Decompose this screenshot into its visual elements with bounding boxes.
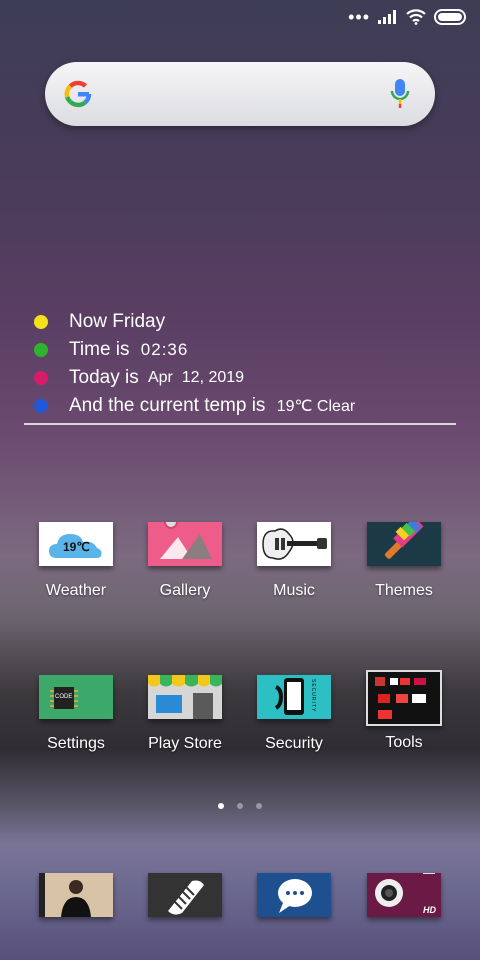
more-notifications-icon: ••• [348,7,370,27]
info-widget: Now Friday Time is 02:36 Today is Apr 12… [34,308,464,420]
app-music[interactable]: Music [239,522,349,600]
mic-icon[interactable] [389,77,411,111]
page-dot-2[interactable] [237,803,243,809]
phone-shield-icon: SECURITY [257,675,331,719]
chat-bubble-icon [278,879,312,913]
app-security[interactable]: SECURITY Security [239,675,349,753]
widget-temp-label: And the current temp is [69,395,271,416]
widget-day-text: Now Friday [69,311,166,332]
security-side-text: SECURITY [310,679,316,713]
page-dot-1[interactable] [218,803,224,809]
app-playstore-label: Play Store [148,735,222,752]
wifi-icon [406,9,426,25]
widget-date-value: Apr 12, 2019 [147,369,245,386]
widget-temp-value: 19℃ Clear [276,398,356,415]
widget-line-day: Now Friday [34,308,464,336]
app-weather[interactable]: 19℃ Weather [21,522,131,600]
blue-bullet-icon [34,399,48,413]
dock-contacts-app[interactable] [39,873,113,917]
google-g-icon [64,80,92,108]
status-bar: ••• [348,6,466,28]
app-music-label: Music [273,582,315,599]
magenta-bullet-icon [34,371,48,385]
yellow-bullet-icon [34,315,48,329]
dock-messages-app[interactable] [257,873,331,917]
chip-icon: CODE [39,675,113,719]
widget-date-label: Today is [69,367,144,388]
store-icon [148,675,222,719]
google-search-bar[interactable] [45,62,435,126]
app-weather-label: Weather [45,582,107,599]
widget-time-value: 02:36 [140,340,189,359]
weather-icon: 19℃ [39,522,113,566]
app-tools[interactable]: Tools [349,670,459,752]
person-icon [69,880,83,894]
tools-folder-icon [366,670,442,726]
guitar-icon [257,522,331,566]
app-tools-label: Tools [385,734,423,751]
signal-icon [378,10,396,24]
weather-temp-text: 19℃ [63,540,90,554]
app-security-label: Security [265,735,323,752]
app-themes-label: Themes [375,582,433,599]
dock-phone-app[interactable] [148,873,222,917]
paintbrush-icon [367,522,441,566]
page-dot-3[interactable] [256,803,262,809]
widget-line-time: Time is 02:36 [34,336,464,364]
page-indicator [0,803,480,809]
camera-hd-badge: HD [423,905,436,915]
app-playstore[interactable]: Play Store [130,675,240,753]
chip-code-text: CODE [55,694,73,700]
widget-divider [24,423,456,425]
app-gallery-label: Gallery [159,582,211,599]
battery-icon [434,9,466,25]
dock-camera-app[interactable]: HD [367,873,441,917]
phone-handset-icon [168,880,204,915]
gallery-icon [148,522,222,566]
app-settings-label: Settings [47,735,105,752]
widget-line-temp: And the current temp is 19℃ Clear [34,392,464,420]
app-themes[interactable]: Themes [349,522,459,600]
green-bullet-icon [34,343,48,357]
widget-line-date: Today is Apr 12, 2019 [34,364,464,392]
app-gallery[interactable]: Gallery [130,522,240,600]
widget-time-label: Time is [69,339,135,360]
app-settings[interactable]: CODE Settings [21,675,131,753]
